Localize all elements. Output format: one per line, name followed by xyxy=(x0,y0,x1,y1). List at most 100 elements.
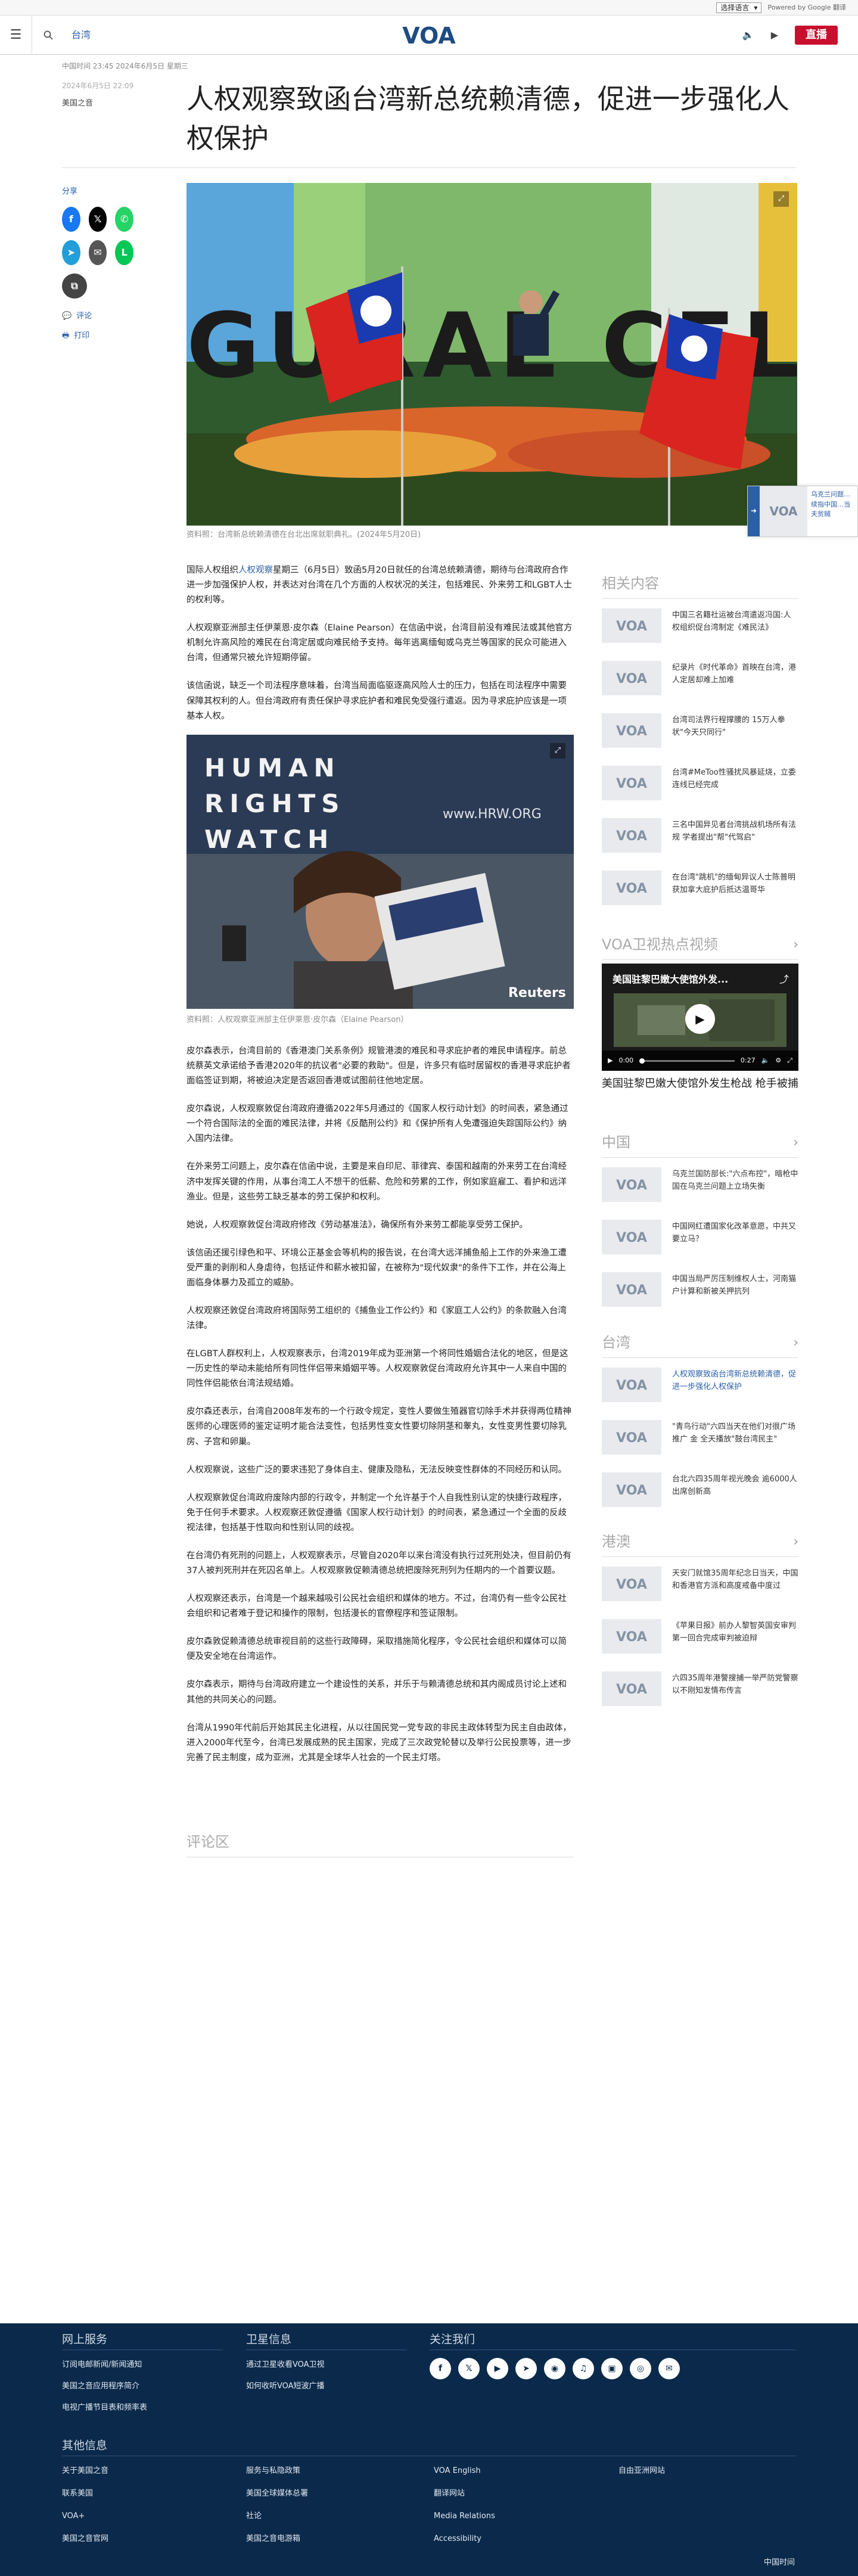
svg-text:VOA: VOA xyxy=(616,1630,647,1644)
china-heading[interactable]: 中国 › xyxy=(602,1131,798,1158)
footer-link[interactable]: Media Relations xyxy=(434,2510,495,2523)
x-icon[interactable]: 𝕏 xyxy=(88,206,107,232)
x-icon[interactable]: 𝕏 xyxy=(458,2358,480,2379)
print-link[interactable]: 🖶 打印 xyxy=(62,330,133,343)
share-label: 分享 xyxy=(62,187,78,196)
print-icon: 🖶 xyxy=(62,331,70,340)
whatsapp-icon[interactable]: ✆ xyxy=(115,206,134,232)
footer-link[interactable]: 通过卫星收看VOA卫视 xyxy=(246,2359,325,2372)
taiwan-heading[interactable]: 台湾 › xyxy=(602,1331,798,1359)
hk-heading[interactable]: 港澳 › xyxy=(602,1530,798,1558)
svg-text:VOA: VOA xyxy=(616,1431,647,1445)
list-item[interactable]: VOA 中国三名籍社运被台湾遣返冯国:人权组织促台湾制定《难民法》 xyxy=(602,608,798,661)
footer-link[interactable]: 美国之音应用程序简介 xyxy=(62,2381,139,2393)
video-heading[interactable]: VOA卫视热点视频 › xyxy=(602,933,798,961)
voa-logo[interactable]: VOA xyxy=(399,23,459,48)
list-item[interactable]: VOA "青鸟行动"六四当天在他们对很广场推广 金 全天播放"鼓台湾民主" xyxy=(602,1420,798,1472)
play-icon[interactable]: ▶ xyxy=(685,1004,715,1034)
chevron-right-icon: › xyxy=(793,1534,798,1549)
copy-link-icon[interactable]: ⧉ xyxy=(62,273,87,299)
voa-thumb-icon: VOA xyxy=(602,1619,661,1654)
article-paragraph: 台湾从1990年代前后开始其民主化进程，从以往国民党一党专政的非民主政体转型为民… xyxy=(186,1723,571,1763)
footer-link[interactable]: VOA English xyxy=(434,2465,481,2478)
expand-icon[interactable]: ⤢ xyxy=(550,743,565,759)
menu-icon[interactable]: ☰ xyxy=(0,15,32,55)
expand-icon[interactable]: ⤢ xyxy=(773,191,789,207)
list-item[interactable]: VOA 人权观察致函台湾新总统赖清德，促进一步强化人权保护 xyxy=(602,1368,798,1420)
footer-link[interactable]: 服务与私隐政策 xyxy=(246,2465,300,2478)
footer-link[interactable]: 订阅电邮新闻/新闻通知 xyxy=(62,2359,142,2372)
footer-link[interactable]: 如何收听VOA短波广播 xyxy=(246,2381,325,2393)
list-item[interactable]: VOA 在台湾"跳机"的缅甸异议人士陈普明获加拿大庇护后抵达温哥华 xyxy=(602,871,798,923)
collapse-arrow-icon[interactable]: ➜ xyxy=(748,486,760,536)
facebook-icon[interactable]: f xyxy=(430,2358,451,2379)
floating-news-tab[interactable]: ➜ VOA 乌克兰问题…续指中国…当夫贫贼 xyxy=(747,486,858,537)
footer-link[interactable]: 自由亚洲网站 xyxy=(618,2465,665,2478)
fullscreen-icon[interactable]: ⤢ xyxy=(787,1055,792,1066)
list-item-title: 六四35周年港警搜捕一举严防党警察以不刚知发情布传言 xyxy=(672,1674,798,1696)
volume-icon[interactable]: 🔈 xyxy=(761,1055,770,1066)
list-item[interactable]: VOA 天安门就馆35周年纪念日当天，中国和香港官方派和高度戒备中度过 xyxy=(602,1567,798,1619)
video-icon[interactable]: ▶ xyxy=(771,27,778,43)
line-icon[interactable]: L xyxy=(115,240,134,265)
list-item[interactable]: VOA 乌克兰国防部长:"六点布控"，暗枪中国在乌克兰问题上立场失衡 xyxy=(602,1167,798,1220)
video-title[interactable]: 美国驻黎巴嫩大使馆外发生枪战 枪手被捕 xyxy=(602,1076,798,1092)
svg-text:WATCH: WATCH xyxy=(204,825,334,854)
list-item[interactable]: VOA 台北六四35周年视光晚会 逾6000人出席创新高 xyxy=(602,1472,798,1525)
list-item[interactable]: VOA 中国网红遭国家化改革意愿，中共又要立马？ xyxy=(602,1220,798,1272)
list-item[interactable]: VOA 六四35周年港警搜捕一举严防党警察以不刚知发情布传言 xyxy=(602,1671,798,1724)
footer-link[interactable]: 美国之音官网 xyxy=(62,2533,108,2546)
telegram-icon[interactable]: ➤ xyxy=(515,2358,537,2379)
footer-link[interactable]: 联系美国 xyxy=(62,2488,93,2500)
comment-link[interactable]: 💬 评论 xyxy=(62,310,133,323)
list-item[interactable]: VOA 台湾#MeToo性骚扰风暴延烧，立委连线已经完成 xyxy=(602,766,798,818)
live-button[interactable]: 直播 xyxy=(795,25,838,45)
video-progress-bar[interactable] xyxy=(639,1058,735,1064)
list-item[interactable]: VOA 三名中国异见者台湾挑战机场所有法规 学者提出"帮"代驾启" xyxy=(602,818,798,871)
footer-time: 中国时间 xyxy=(764,2558,795,2567)
instagram-icon[interactable]: ◎ xyxy=(630,2358,651,2379)
footer-link[interactable]: 翻译网站 xyxy=(434,2488,465,2500)
voa-thumb-icon: VOA xyxy=(602,871,661,906)
rss-icon[interactable]: ◉ xyxy=(544,2358,565,2379)
svg-text:VOA: VOA xyxy=(616,881,647,896)
footer-link[interactable]: 美国全球媒体总署 xyxy=(246,2488,308,2500)
email-icon[interactable]: ✉ xyxy=(658,2358,680,2379)
list-item[interactable]: VOA 纪录片《时代革命》首映在台湾，港人定居却难上加难 xyxy=(602,661,798,713)
article-paragraph: 人权观察还表示，台湾是一个越来越吸引公民社会组织和媒体的地方。不过，台湾仍有一些… xyxy=(186,1594,567,1619)
footer-link[interactable]: VOA+ xyxy=(62,2510,85,2523)
footer-link[interactable]: 美国之音电游箱 xyxy=(246,2533,300,2546)
share-panel: 分享 f 𝕏 ✆ ➤ ✉ L ⧉ 💬 评论 🖶 打印 xyxy=(62,186,134,343)
search-icon[interactable] xyxy=(32,15,64,55)
facebook-icon[interactable]: f xyxy=(62,206,80,232)
share-icon[interactable]: ⤴ xyxy=(779,972,789,987)
app-icon[interactable]: ▣ xyxy=(601,2358,623,2379)
inline-link[interactable]: 人权观察 xyxy=(238,565,273,575)
voa-thumb-icon: VOA xyxy=(602,1167,661,1202)
voa-thumb-icon: VOA xyxy=(602,1220,661,1255)
podcast-icon[interactable]: ♫ xyxy=(573,2358,594,2379)
play-small-icon[interactable]: ▶ xyxy=(608,1055,613,1066)
list-item[interactable]: VOA 台湾司法界行程撑腰的 15万人拳状"今天只同行" xyxy=(602,713,798,766)
voa-thumb-icon: VOA xyxy=(602,818,661,853)
voa-thumb-icon: VOA xyxy=(602,766,661,801)
email-icon[interactable]: ✉ xyxy=(88,240,107,265)
settings-icon[interactable]: ⚙ xyxy=(775,1055,781,1066)
volume-icon[interactable]: 🔈 xyxy=(742,27,754,43)
footer-link[interactable]: Accessibility xyxy=(434,2533,481,2546)
list-item-title: 三名中国异见者台湾挑战机场所有法规 学者提出"帮"代驾启" xyxy=(672,821,797,843)
youtube-icon[interactable]: ▶ xyxy=(487,2358,508,2379)
section-link[interactable]: 台湾 xyxy=(72,27,91,43)
telegram-icon[interactable]: ➤ xyxy=(62,240,80,265)
language-select[interactable]: 选择语言 ▾ xyxy=(716,2,762,13)
svg-text:VOA: VOA xyxy=(616,724,647,738)
list-item[interactable]: VOA 中国当局严厉压制维权人士，河南猫户计算和新被关押抗列 xyxy=(602,1272,798,1325)
footer-link[interactable]: 电视广播节目表和频率表 xyxy=(62,2402,147,2415)
list-item[interactable]: VOA 《苹果日报》前办人黎智英国安审判第一回合完成审判被迫辩 xyxy=(602,1619,798,1671)
video-player[interactable]: 美国驻黎巴嫩大使馆外发... ⤴ ▶ ▶ 0:00 0:27 🔈 ⚙ ⤢ xyxy=(602,964,798,1071)
list-item-title: 台湾#MeToo性骚扰风暴延烧，立委连线已经完成 xyxy=(672,768,796,790)
list-item-title: 纪录片《时代革命》首映在台湾，港人定居却难上加难 xyxy=(672,663,797,685)
footer-link[interactable]: 社论 xyxy=(246,2510,262,2523)
footer-link[interactable]: 关于美国之音 xyxy=(62,2465,108,2478)
main-photo: AUGURAL CELEB ⤢ xyxy=(186,183,797,526)
